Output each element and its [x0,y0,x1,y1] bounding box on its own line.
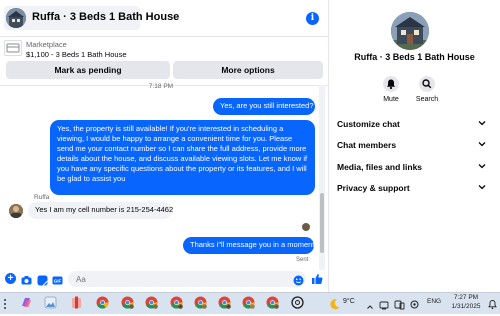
taskbar-dots-icon[interactable] [2,297,8,309]
profile-name: Ruffa · 3 Beds 1 Bath House [354,52,475,62]
svg-text:GIF: GIF [54,279,62,284]
section-label: Media, files and links [337,162,423,172]
message-timestamp: 7:18 PM [148,83,174,90]
listing-source: Marketplace [26,40,67,49]
chrome-profile-icon[interactable] [121,296,134,309]
outgoing-message[interactable]: Yes, the property is still available! If… [50,120,315,195]
thumbs-up-icon[interactable] [311,272,323,284]
outgoing-message[interactable]: Thanks i"ll message you in a moment [183,237,314,254]
camera-icon[interactable] [21,273,32,285]
sticker-icon[interactable] [37,273,48,286]
section-label: Chat members [337,140,397,150]
obs-icon[interactable] [291,296,304,309]
devices-icon[interactable] [394,297,405,310]
photos-app-icon[interactable] [44,296,57,309]
chrome-profile-icon[interactable] [266,296,279,309]
incoming-message[interactable]: Yes I am my cell number is 215-254-4462 [28,202,173,219]
profile-photo[interactable] [391,12,429,50]
weather-temperature[interactable]: 9°C [343,298,355,305]
info-icon[interactable]: i [306,12,319,25]
mute-label: Mute [383,96,399,103]
weather-moon-icon[interactable] [329,297,341,310]
chevron-down-icon [478,142,486,147]
chevron-down-icon [478,164,486,169]
chrome-profile-icon[interactable] [145,296,158,309]
chat-avatar[interactable] [6,8,26,28]
gif-icon[interactable]: GIF [52,273,63,285]
message-input[interactable] [68,271,306,287]
input-language[interactable]: ENG [427,298,441,305]
section-customize-chat[interactable]: Customize chat [337,116,487,132]
search-button[interactable] [419,76,435,92]
mark-as-pending-button[interactable]: Mark as pending [6,61,170,79]
chrome-profile-icon[interactable] [194,296,207,309]
clock-time[interactable]: 7:27 PM [448,294,484,301]
chevron-down-icon [478,121,486,126]
listing-summary[interactable]: $1,100 - 3 Beds 1 Bath House [26,50,127,59]
section-chat-members[interactable]: Chat members [337,137,487,153]
sender-avatar[interactable] [9,204,23,218]
notification-bell-icon[interactable] [487,297,498,309]
chrome-profile-icon[interactable] [242,296,255,309]
search-label: Search [415,96,439,103]
more-options-button[interactable]: More options [173,61,323,79]
section-label: Privacy & support [337,183,410,193]
settings-icon[interactable] [409,297,420,309]
chat-title: Ruffa · 3 Beds 1 Bath House [32,11,180,23]
copilot-icon[interactable] [20,296,33,309]
scrollbar-thumb[interactable] [320,193,324,253]
section-media-files-links[interactable]: Media, files and links [337,159,487,175]
emoji-icon[interactable] [293,273,304,286]
listing-thumbnail [4,40,22,56]
section-label: Customize chat [337,119,400,129]
chevron-down-icon [478,185,486,190]
section-privacy-support[interactable]: Privacy & support [337,180,487,196]
chevron-up-icon[interactable] [366,298,374,309]
read-receipt-avatar [302,223,310,231]
app-icon-red[interactable] [70,296,83,309]
sender-name: Ruffa [34,194,50,201]
network-wifi-icon[interactable] [379,297,390,310]
clock-date[interactable]: 1/31/2025 [448,303,484,310]
chrome-profile-icon[interactable] [218,296,231,309]
message-status: Sent [296,257,309,263]
outgoing-message[interactable]: Yes, are you still interested? [213,98,315,115]
plus-icon[interactable]: + [5,273,16,284]
chrome-icon[interactable] [96,296,109,309]
mute-button[interactable] [383,76,399,92]
chrome-profile-icon[interactable] [170,296,183,309]
